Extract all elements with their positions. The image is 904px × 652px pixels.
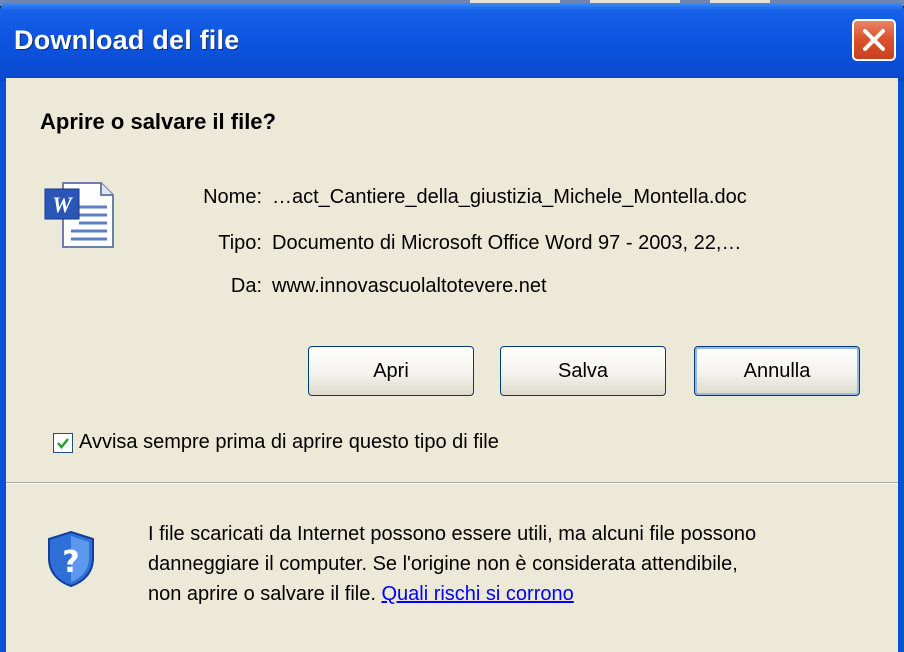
- close-button[interactable]: [852, 19, 896, 61]
- svg-text:W: W: [52, 192, 73, 217]
- dialog-heading: Aprire o salvare il file?: [40, 109, 276, 134]
- dialog-client-area: Aprire o salvare il file? W Nome: …act_C…: [6, 78, 898, 652]
- separator-highlight: [6, 483, 898, 484]
- warning-line-3-text: non aprire o salvare il file.: [148, 583, 376, 605]
- close-icon: [863, 29, 885, 51]
- cancel-button[interactable]: Annulla: [694, 346, 860, 396]
- risks-link[interactable]: Quali rischi si corrono: [381, 583, 573, 605]
- field-label-type: Tipo:: [218, 232, 262, 254]
- svg-text:?: ?: [62, 545, 79, 580]
- warning-line-2: danneggiare il computer. Se l'origine no…: [148, 553, 738, 575]
- always-ask-label[interactable]: Avvisa sempre prima di aprire questo tip…: [79, 431, 499, 454]
- window-title: Download del file: [14, 25, 240, 55]
- always-ask-checkbox[interactable]: [53, 433, 73, 453]
- security-warning-text: I file scaricati da Internet possono ess…: [148, 519, 888, 609]
- field-value-name: …act_Cantiere_della_giustizia_Michele_Mo…: [272, 186, 747, 208]
- title-bar[interactable]: Download del file: [0, 3, 904, 81]
- download-dialog: Download del file Aprire o salvare il fi…: [0, 3, 904, 652]
- security-shield-question-icon: ?: [48, 530, 94, 588]
- word-document-icon: W: [44, 182, 114, 248]
- checkmark-icon: [57, 438, 69, 449]
- save-button[interactable]: Salva: [500, 346, 666, 396]
- warning-line-3: non aprire o salvare il file. Quali risc…: [148, 579, 888, 609]
- field-label-from: Da:: [230, 275, 262, 297]
- warning-line-1: I file scaricati da Internet possono ess…: [148, 523, 757, 545]
- open-button[interactable]: Apri: [308, 346, 474, 396]
- field-label-name: Nome:: [203, 186, 262, 208]
- field-value-from: www.innovascuolaltotevere.net: [272, 275, 547, 297]
- field-value-type: Documento di Microsoft Office Word 97 - …: [272, 232, 742, 254]
